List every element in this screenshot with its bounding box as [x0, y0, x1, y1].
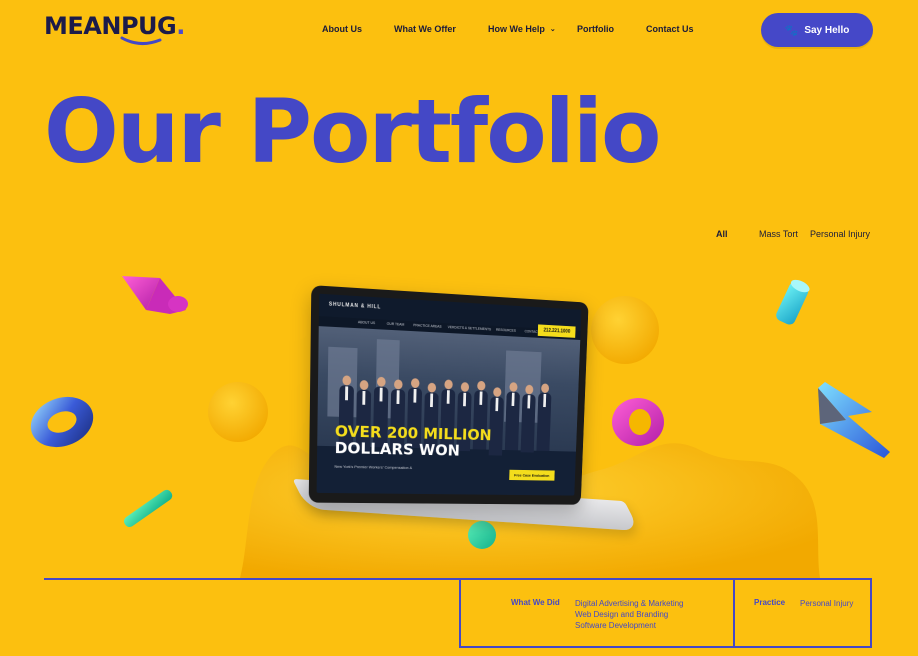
practice-cell: Practice Personal Injury — [733, 578, 872, 648]
nav-what-we-offer[interactable]: What We Offer — [394, 24, 456, 34]
mock-site-phone: 212.221.1000 — [538, 324, 576, 338]
nav-how-we-help-label: How We Help — [488, 24, 545, 34]
what-we-did-item: Digital Advertising & Marketing — [575, 599, 684, 608]
nav-how-we-help[interactable]: How We Help ⌄ — [488, 24, 556, 34]
laptop-mockup: SHULMAN & HILL ABOUT US OUR TEAM PRACTIC… — [292, 282, 640, 552]
green-stick-shape — [123, 489, 173, 528]
filter-mass-tort[interactable]: Mass Tort — [759, 229, 798, 239]
nav-portfolio[interactable]: Portfolio — [577, 24, 614, 34]
laptop-screen-frame: SHULMAN & HILL ABOUT US OUR TEAM PRACTIC… — [308, 285, 589, 505]
say-hello-button[interactable]: 🐾 Say Hello — [761, 13, 873, 47]
practice-value: Personal Injury — [800, 599, 854, 608]
what-we-did-cell: What We Did Digital Advertising & Market… — [459, 578, 735, 648]
paw-icon: 🐾 — [784, 24, 799, 37]
mock-nav-item: RESOURCES — [495, 327, 516, 333]
what-we-did-label: What We Did — [511, 598, 560, 607]
page-title: Our Portfolio — [44, 80, 661, 183]
what-we-did-item: Software Development — [575, 621, 656, 630]
mock-headline: OVER 200 MILLION DOLLARS WON — [335, 422, 492, 460]
nav-contact-us[interactable]: Contact Us — [646, 24, 694, 34]
nav-about-us[interactable]: About Us — [322, 24, 362, 34]
mock-nav-item: OUR TEAM — [386, 321, 405, 327]
what-we-did-item: Web Design and Branding — [575, 610, 669, 619]
yellow-sphere-left — [208, 382, 268, 442]
mock-nav-item: PRACTICE AREAS — [413, 323, 442, 329]
filter-personal-injury[interactable]: Personal Injury — [810, 229, 870, 239]
laptop-screen: SHULMAN & HILL ABOUT US OUR TEAM PRACTIC… — [316, 293, 582, 496]
mock-site-logo: SHULMAN & HILL — [328, 301, 382, 311]
cyan-cylinder-shape — [776, 279, 810, 325]
mock-subtext: New York's Premier Workers' Compensation… — [334, 463, 413, 471]
mock-nav-item: VERDICTS & SETTLEMENTS — [447, 325, 492, 332]
filter-all[interactable]: All — [716, 229, 728, 239]
blue-bolt-shape — [818, 382, 890, 458]
practice-label: Practice — [754, 598, 786, 607]
blue-ring-shape — [30, 396, 94, 448]
mock-cta: Free Case Evaluation — [508, 469, 555, 481]
chevron-down-icon: ⌄ — [549, 26, 556, 33]
pink-cone-shape — [122, 276, 188, 314]
mock-nav-item: ABOUT US — [357, 320, 376, 326]
say-hello-label: Say Hello — [804, 24, 850, 36]
